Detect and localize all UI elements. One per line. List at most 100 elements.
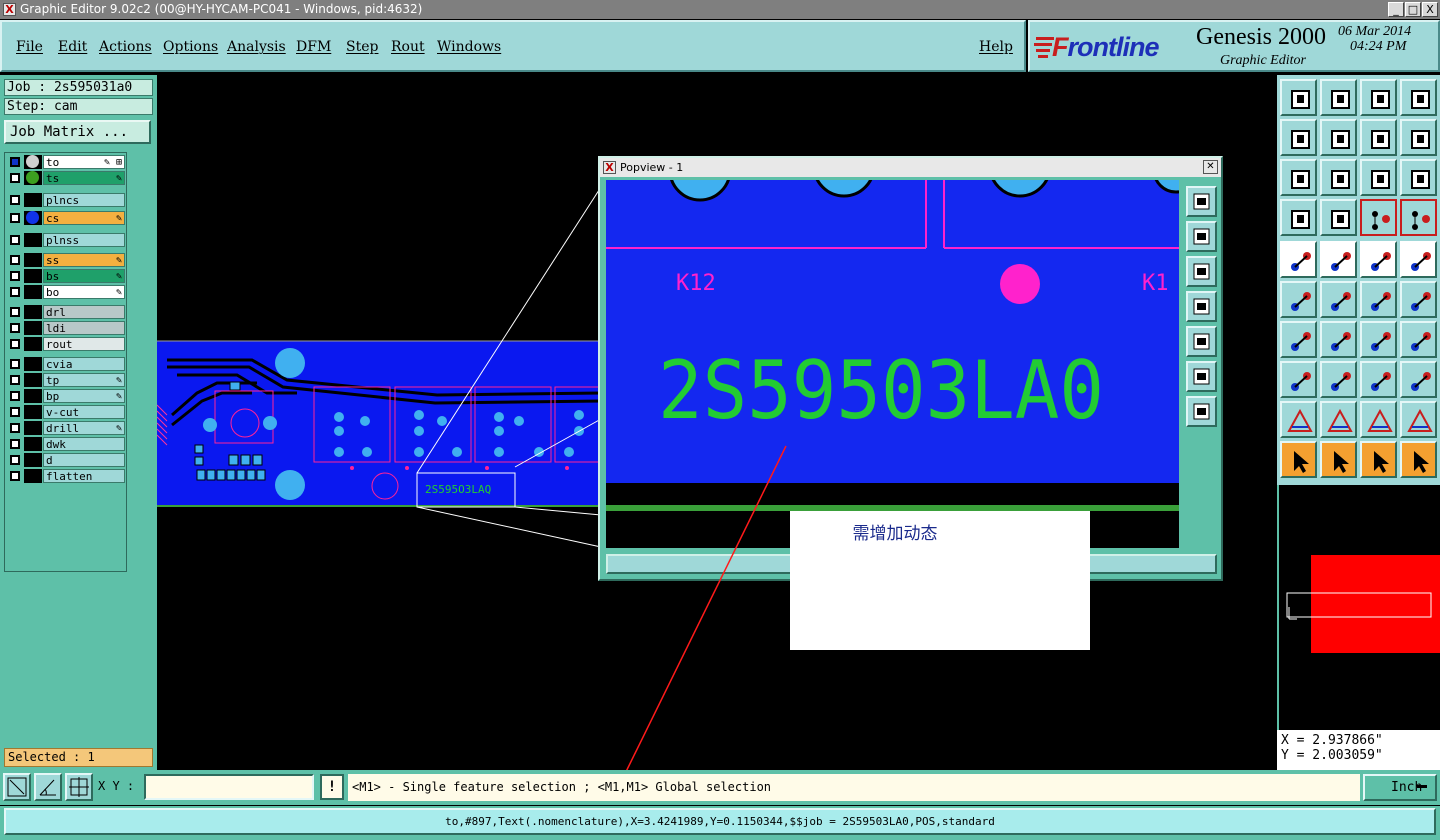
tool-nodes-button[interactable] [1280,281,1317,318]
zoom-fit-button[interactable] [3,773,31,801]
layer-name[interactable]: ts ✎ [43,171,125,185]
popview-canvas[interactable]: K12 K1 2S59503LA0 [606,180,1179,548]
layer-color-swatch[interactable] [24,233,42,247]
tool-scale-button[interactable] [1360,159,1397,196]
layer-row-ldi[interactable]: ldi [7,321,125,335]
menu-help[interactable]: Help [979,39,1013,55]
layer-row-bp[interactable]: bp ✎ [7,389,125,403]
tool-measure-button[interactable] [1280,199,1317,236]
layer-color-swatch[interactable] [24,269,42,283]
layer-checkbox[interactable] [10,323,20,333]
layer-checkbox[interactable] [10,375,20,385]
menu-step[interactable]: Step [346,39,378,55]
layer-checkbox[interactable] [10,235,20,245]
tool-resize-button[interactable] [1360,361,1397,398]
tool-move-button[interactable] [1280,361,1317,398]
layer-checkbox[interactable] [10,439,20,449]
menu-windows[interactable]: Windows [437,39,501,55]
tool-cross-button[interactable] [1320,281,1357,318]
tool-tri4-button[interactable] [1400,401,1437,438]
tool-s-curve-button[interactable] [1400,119,1437,156]
layer-row-d[interactable]: d [7,453,125,467]
layer-checkbox[interactable] [10,287,20,297]
layer-name[interactable]: cs ✎ [43,211,125,225]
tool-grid-button[interactable] [1320,199,1357,236]
layer-color-swatch[interactable] [24,155,42,169]
menu-options[interactable]: Options [163,39,218,55]
layer-color-swatch[interactable] [24,211,42,225]
layer-name[interactable]: ss ✎ [43,253,125,267]
layer-color-swatch[interactable] [24,389,42,403]
layer-name[interactable]: flatten [43,469,125,483]
popview-zoom-in-button[interactable] [1186,221,1217,252]
layer-row-v-cut[interactable]: v-cut [7,405,125,419]
job-matrix-button[interactable]: Job Matrix ... [4,120,151,144]
menu-analysis[interactable]: Analysis [227,39,286,55]
layer-color-swatch[interactable] [24,285,42,299]
layer-row-cs[interactable]: cs ✎ [7,211,125,225]
tool-down-button[interactable] [1320,79,1357,116]
layer-name[interactable]: dwk [43,437,125,451]
tool-dot-button[interactable] [1400,241,1437,278]
tool-cut-button[interactable] [1320,361,1357,398]
popview-close-button[interactable]: ✕ [1203,160,1218,174]
layer-row-drill[interactable]: drill ✎ [7,421,125,435]
layer-row-tp[interactable]: tp ✎ [7,373,125,387]
layer-name[interactable]: ldi [43,321,125,335]
tool-ruler-button[interactable] [1360,241,1397,278]
layer-row-plncs[interactable]: plncs [7,193,125,207]
popview-zoom-home-button[interactable] [1186,186,1217,217]
layer-row-bo[interactable]: bo ✎ [7,285,125,299]
layer-checkbox[interactable] [10,271,20,281]
minimap[interactable] [1277,485,1440,730]
tool-select2-button[interactable] [1320,441,1357,478]
tool-help-button[interactable] [1400,159,1437,196]
layer-color-swatch[interactable] [24,421,42,435]
layer-name[interactable]: tp ✎ [43,373,125,387]
layer-checkbox[interactable] [10,173,20,183]
menu-file[interactable]: File [16,39,43,55]
layer-checkbox[interactable] [10,213,20,223]
xy-input[interactable] [144,774,314,800]
layer-name[interactable]: plncs [43,193,125,207]
tool-right-button[interactable] [1320,119,1357,156]
layer-name[interactable]: drill ✎ [43,421,125,435]
tool-tri2-button[interactable] [1320,401,1357,438]
tool-arc-button[interactable] [1360,321,1397,358]
layer-checkbox[interactable] [10,307,20,317]
tool-link2-button[interactable] [1400,281,1437,318]
maximize-button[interactable]: □ [1405,2,1421,17]
tool-shape-button[interactable] [1320,241,1357,278]
tool-flip-button[interactable] [1400,321,1437,358]
layer-row-dwk[interactable]: dwk [7,437,125,451]
tool-net-button[interactable] [1360,199,1397,236]
tool-split-button[interactable] [1400,79,1437,116]
layer-row-plnss[interactable]: plnss [7,233,125,247]
angle-snap-button[interactable] [34,773,62,801]
menu-dfm[interactable]: DFM [296,39,331,55]
popview-zoom-out-button[interactable] [1186,256,1217,287]
layer-row-to[interactable]: to ✎ ⊞ [7,155,125,169]
layer-color-swatch[interactable] [24,253,42,267]
popview-fit-all-button[interactable] [1186,396,1217,427]
layer-row-flatten[interactable]: flatten [7,469,125,483]
layer-color-swatch[interactable] [24,357,42,371]
layer-name[interactable]: d [43,453,125,467]
tool-tri1-button[interactable] [1280,401,1317,438]
layer-name[interactable]: bs ✎ [43,269,125,283]
tool-center-button[interactable] [1320,159,1357,196]
layer-checkbox[interactable] [10,455,20,465]
tool-left-button[interactable] [1280,119,1317,156]
layer-color-swatch[interactable] [24,453,42,467]
layer-row-rout[interactable]: rout [7,337,125,351]
layer-checkbox[interactable] [10,157,20,167]
tool-fit-button[interactable] [1280,159,1317,196]
layer-checkbox[interactable] [10,423,20,433]
layer-row-ts[interactable]: ts ✎ [7,171,125,185]
tool-group-button[interactable] [1400,361,1437,398]
layer-name[interactable]: bp ✎ [43,389,125,403]
layer-color-swatch[interactable] [24,469,42,483]
popview-pan-right-button[interactable] [1186,326,1217,357]
tool-select-button[interactable] [1280,441,1317,478]
layer-color-swatch[interactable] [24,321,42,335]
